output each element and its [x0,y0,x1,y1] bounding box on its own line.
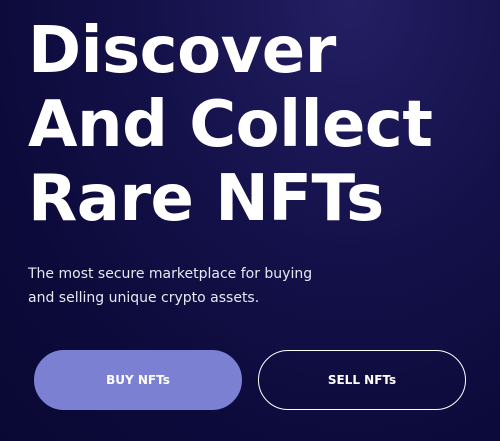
sell-nfts-button[interactable]: SELL NFTs [258,350,466,410]
hero-subtitle: The most secure marketplace for buying a… [28,262,368,310]
subtitle-line-2: and selling unique crypto assets. [28,290,260,306]
headline-line-1: Discover [28,14,336,88]
buy-nfts-button[interactable]: BUY NFTs [34,350,242,410]
headline-line-2: And Collect [28,88,433,162]
subtitle-line-1: The most secure marketplace for buying [28,266,313,282]
hero-section: Discover And Collect Rare NFTs The most … [0,0,500,441]
hero-headline: Discover And Collect Rare NFTs [28,14,433,236]
headline-line-3: Rare NFTs [28,162,384,236]
